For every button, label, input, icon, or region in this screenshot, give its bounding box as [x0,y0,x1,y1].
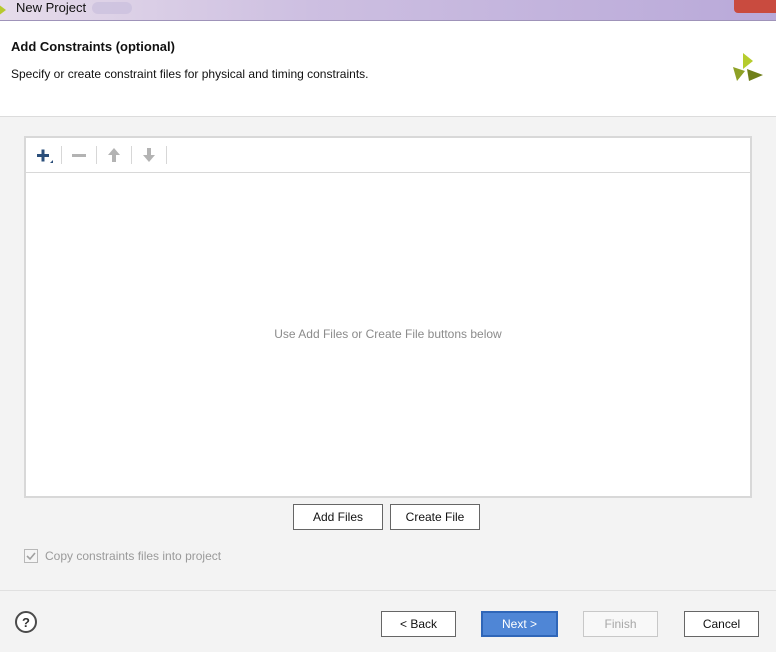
window-titlebar: New Project [0,0,776,21]
checkmark-icon [26,552,36,561]
toolbar-separator [61,146,62,164]
page-subtitle: Specify or create constraint files for p… [11,67,369,81]
add-files-button[interactable]: Add Files [293,504,383,530]
cancel-button[interactable]: Cancel [684,611,759,637]
help-button[interactable]: ? [15,611,37,633]
remove-button[interactable] [66,144,92,166]
create-file-button[interactable]: Create File [390,504,480,530]
move-up-button[interactable] [101,144,127,166]
window-title: New Project [16,0,87,15]
vivado-logo-icon [733,53,763,81]
page-title: Add Constraints (optional) [11,39,175,54]
move-down-button[interactable] [136,144,162,166]
app-icon [0,5,6,15]
copy-constraints-label: Copy constraints files into project [45,549,222,563]
file-toolbar [26,138,750,173]
add-icon [37,149,53,163]
constraints-file-list[interactable]: Use Add Files or Create File buttons bel… [24,136,752,498]
empty-list-message: Use Add Files or Create File buttons bel… [274,327,502,341]
next-button[interactable]: Next > [481,611,558,637]
window-close-button[interactable] [734,0,776,13]
add-button[interactable] [31,144,57,166]
move-up-icon [108,148,120,162]
toolbar-separator [96,146,97,164]
toolbar-separator [131,146,132,164]
back-button[interactable]: < Back [381,611,456,637]
remove-icon [72,154,86,157]
finish-button[interactable]: Finish [583,611,658,637]
move-down-icon [143,148,155,162]
toolbar-separator [166,146,167,164]
copy-constraints-checkbox[interactable] [24,549,38,563]
copy-constraints-option[interactable]: Copy constraints files into project [24,548,221,564]
title-blur [92,2,132,14]
footer-divider [0,590,776,591]
wizard-header: Add Constraints (optional) Specify or cr… [0,21,776,117]
